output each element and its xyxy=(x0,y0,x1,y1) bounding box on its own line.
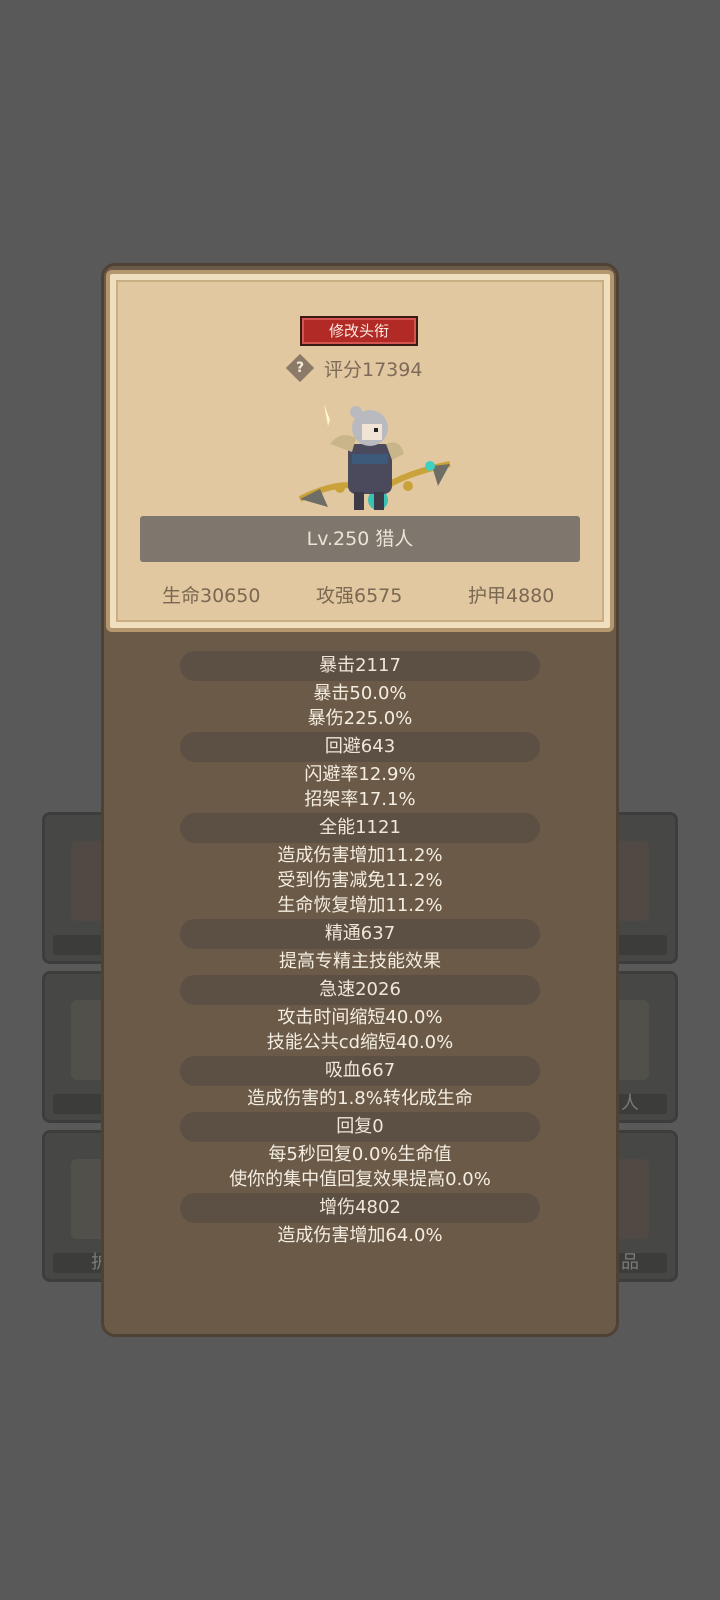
score-value: 评分17394 xyxy=(324,358,423,381)
attribute-group: 回复0 每5秒回复0.0%生命值使你的集中值回复效果提高0.0% xyxy=(101,1111,619,1192)
attribute-group: 回避643 闪避率12.9% 招架率17.1% xyxy=(101,731,619,812)
attribute-group: 暴击2117 暴击50.0% 暴伤225.0% xyxy=(101,650,619,731)
hp-stat: 生命30650 xyxy=(162,585,261,607)
attribute-group: 急速2026 攻击时间缩短40.0% 技能公共cd缩短40.0% xyxy=(101,974,619,1055)
attribute-group: 精通637 提高专精主技能效果 xyxy=(101,918,619,974)
attribute-detail: 提高专精主技能效果 xyxy=(279,951,441,972)
attribute-group: 增伤4802 造成伤害增加64.0% xyxy=(101,1192,619,1248)
attribute-header: 回避643 xyxy=(180,732,540,762)
attribute-detail: 造成伤害的1.8%转化成生命 xyxy=(247,1088,473,1109)
attribute-detail: 招架率17.1% xyxy=(304,789,416,810)
attribute-group: 吸血667 造成伤害的1.8%转化成生命 xyxy=(101,1055,619,1111)
level-class-bar: Lv.250 猎人 xyxy=(140,516,580,562)
attribute-header: 暴击2117 xyxy=(180,651,540,681)
attack-stat: 攻强6575 xyxy=(316,585,403,607)
question-diamond-icon[interactable]: ? xyxy=(285,353,315,383)
score-row: ? 评分17394 xyxy=(285,353,423,383)
attribute-detail: 造成伤害增加11.2% xyxy=(277,845,443,866)
attribute-detail: 暴伤225.0% xyxy=(307,708,413,729)
attribute-header: 回复0 xyxy=(180,1112,540,1142)
attribute-header: 精通637 xyxy=(180,919,540,949)
attribute-detail: 造成伤害增加64.0% xyxy=(277,1225,443,1246)
attribute-header: 全能1121 xyxy=(180,813,540,843)
attribute-detail: 闪避率12.9% xyxy=(304,764,416,785)
attribute-header: 增伤4802 xyxy=(180,1193,540,1223)
attribute-group: 全能1121 造成伤害增加11.2% 受到伤害减免11.2% 生命恢复增加11.2% xyxy=(101,812,619,918)
armor-stat: 护甲4880 xyxy=(468,585,555,607)
attribute-detail: 暴击50.0% xyxy=(313,683,407,704)
attribute-detail: 攻击时间缩短40.0% xyxy=(277,1007,443,1028)
slot-label: 人 xyxy=(621,1093,639,1114)
edit-title-button[interactable]: 修改头衔 xyxy=(300,316,418,346)
attribute-header: 急速2026 xyxy=(180,975,540,1005)
slot-label: 品 xyxy=(621,1252,639,1273)
attribute-list: 暴击2117 暴击50.0% 暴伤225.0% 回避643 闪避率12.9% 招架率17.… xyxy=(101,650,619,1248)
attribute-detail: 使你的集中值回复效果提高0.0% xyxy=(229,1169,491,1190)
attribute-detail: 每5秒回复0.0%生命值 xyxy=(268,1144,452,1165)
attribute-header: 吸血667 xyxy=(180,1056,540,1086)
attribute-detail: 技能公共cd缩短40.0% xyxy=(266,1032,454,1053)
attribute-detail: 受到伤害减免11.2% xyxy=(277,870,443,891)
attribute-detail: 生命恢复增加11.2% xyxy=(277,895,443,916)
